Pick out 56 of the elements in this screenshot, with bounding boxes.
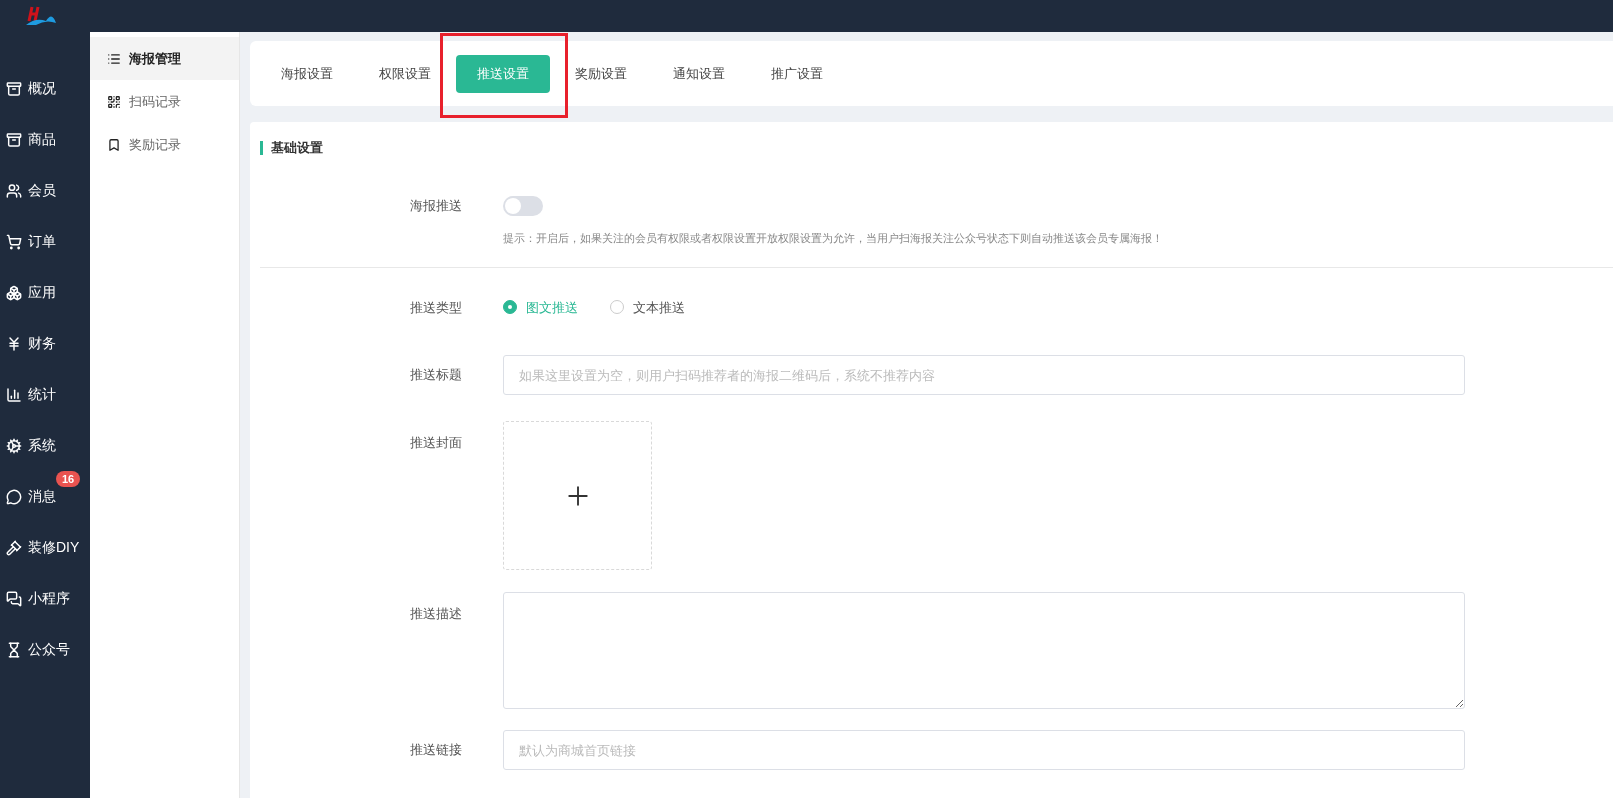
nav-item[interactable]: 统计 (0, 369, 90, 420)
count-badge: 16 (56, 471, 81, 487)
image-upload-box[interactable] (503, 421, 652, 570)
nav-item[interactable]: 装修DIY (0, 522, 90, 573)
nav-item[interactable]: 财务 (0, 318, 90, 369)
nav-item[interactable]: 消息 16 (0, 471, 90, 522)
list-icon (107, 51, 121, 66)
bar-chart-icon (6, 386, 22, 403)
cubes-icon (6, 284, 22, 301)
nav-item[interactable]: 概况 (0, 63, 90, 114)
chat-bubbles-icon (6, 590, 22, 607)
speech-bubble-icon (6, 488, 22, 505)
radio-label: 文本推送 (633, 298, 685, 317)
tab[interactable]: 权限设置 (358, 54, 452, 93)
nav-item[interactable]: 会员 (0, 165, 90, 216)
nav-item[interactable]: 系统 (0, 420, 90, 471)
cart-icon (6, 233, 22, 250)
section-marker (260, 141, 263, 155)
field-label: 推送类型 (410, 299, 462, 315)
field-label: 推送封面 (410, 435, 462, 450)
tab[interactable]: 推广设置 (750, 54, 844, 93)
tab[interactable]: 通知设置 (652, 54, 746, 93)
field-label: 海报推送 (410, 198, 462, 214)
field-label: 推送链接 (410, 742, 462, 758)
radio-button[interactable] (610, 300, 624, 315)
logo-icon (24, 5, 58, 27)
sub-nav-item[interactable]: 扫码记录 (90, 80, 239, 123)
toggle-switch[interactable] (503, 196, 543, 216)
gavel-icon (6, 539, 22, 556)
nav-item[interactable]: 应用 (0, 267, 90, 318)
field-label: 推送标题 (410, 367, 462, 383)
archive-icon (6, 131, 22, 148)
link-input[interactable]: 默认为商城首页链接 (503, 730, 1465, 770)
sub-nav-item[interactable]: 海报管理 (90, 37, 239, 80)
section-title: 基础设置 (271, 139, 323, 158)
nav-item[interactable]: 订单 (0, 216, 90, 267)
users-icon (6, 182, 22, 199)
field-label: 推送描述 (410, 606, 462, 621)
description-textarea[interactable] (503, 592, 1465, 709)
nav-item[interactable]: 商品 (0, 114, 90, 165)
nav-item[interactable]: 小程序 (0, 573, 90, 624)
nav-item[interactable]: 公众号 (0, 624, 90, 675)
hourglass-icon (6, 641, 22, 658)
qr-code-icon (107, 94, 121, 109)
sub-nav-item[interactable]: 奖励记录 (90, 123, 239, 166)
tab[interactable]: 奖励设置 (554, 54, 648, 93)
tab[interactable]: 海报设置 (260, 54, 354, 93)
archive-icon (6, 80, 22, 97)
radio-option[interactable]: 文本推送 (610, 297, 685, 317)
gears-icon (6, 437, 22, 454)
hint-text: 提示：开启后，如果关注的会员有权限或者权限设置开放权限设置为允许，当用户扫海报关注公众号状态下则自动推送该会员专属海报！ (503, 232, 1163, 244)
yen-icon (6, 335, 22, 352)
radio-button[interactable] (503, 300, 517, 315)
bookmark-icon (107, 137, 121, 152)
radio-label: 图文推送 (526, 298, 578, 317)
title-input[interactable]: 如果这里设置为空，则用户扫码推荐者的海报二维码后，系统不推荐内容 (503, 355, 1465, 395)
